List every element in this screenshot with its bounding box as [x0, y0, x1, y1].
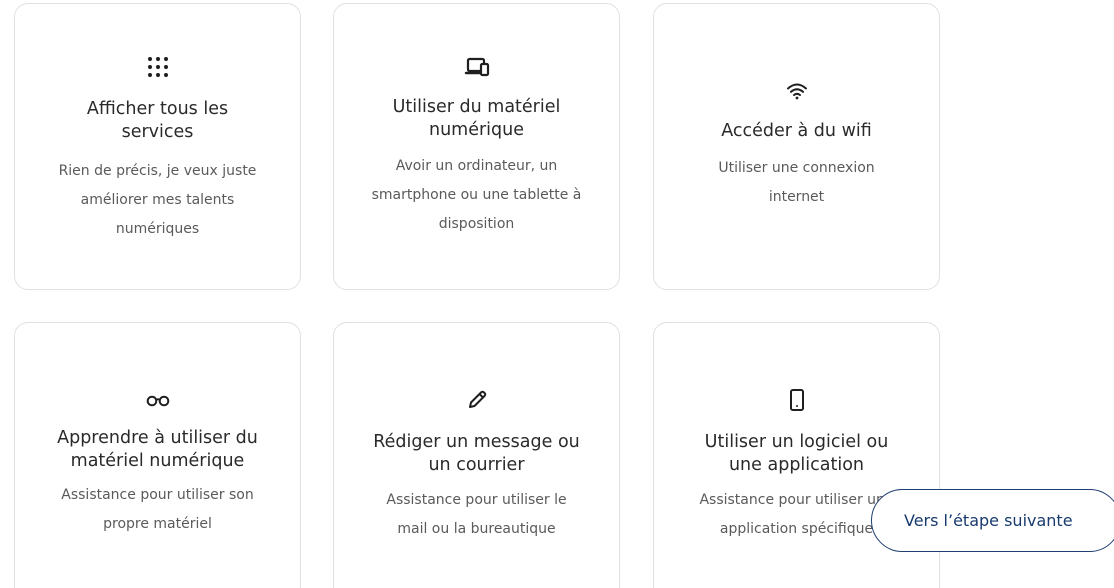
service-selection-grid: Afficher tous les services Rien de préci… — [0, 0, 1114, 588]
card-title-line: Apprendre à utiliser du — [57, 428, 258, 448]
card-write-message[interactable]: Rédiger un message ou un courrier Assist… — [333, 322, 620, 588]
card-description-line: mail ou la bureautique — [397, 521, 556, 537]
card-title: Accéder à du wifi — [672, 120, 921, 143]
card-title-line: services — [121, 122, 194, 142]
card-title: Utiliser un logiciel ou une application — [672, 431, 921, 477]
card-digital-equipment[interactable]: Utiliser du matériel numérique Avoir un … — [333, 3, 620, 290]
card-description-line: Avoir un ordinateur, un — [395, 158, 558, 174]
grid-dots-icon — [15, 54, 300, 80]
card-description-line: Utiliser une connexion — [718, 160, 875, 176]
card-title-line: Accéder à du wifi — [721, 121, 872, 141]
card-title: Afficher tous les services — [33, 98, 282, 144]
card-description-line: smartphone ou une tablette à — [371, 187, 582, 203]
card-title-line: une application — [728, 455, 865, 475]
pencil-icon — [334, 387, 619, 413]
card-description: Utiliser une connexion internet — [678, 154, 915, 212]
card-description-line: Assistance pour utiliser le — [386, 492, 567, 508]
card-description-line: numériques — [115, 221, 200, 237]
card-description-line: propre matériel — [103, 516, 212, 532]
wifi-icon — [654, 78, 939, 104]
glasses-icon — [15, 387, 300, 413]
next-step-button[interactable]: Vers l’étape suivante — [871, 489, 1114, 552]
card-title: Utiliser du matériel numérique — [352, 96, 601, 142]
card-title-line: Utiliser du matériel — [392, 97, 561, 117]
card-description-line: Rien de précis, je veux juste — [58, 163, 257, 179]
card-description: Avoir un ordinateur, un smartphone ou un… — [358, 152, 595, 239]
card-title-line: matériel numérique — [70, 451, 245, 471]
card-title: Rédiger un message ou un courrier — [352, 431, 601, 477]
laptop-icon — [334, 54, 619, 80]
card-title-line: Utiliser un logiciel ou — [704, 432, 889, 452]
card-description-line: Assistance pour utiliser son — [61, 487, 254, 503]
card-description-line: améliorer mes talents — [80, 192, 235, 208]
smartphone-icon — [654, 387, 939, 413]
card-description: Assistance pour utiliser le mail ou la b… — [358, 486, 595, 544]
card-learn-equipment[interactable]: Apprendre à utiliser du matériel numériq… — [14, 322, 301, 588]
card-description-line: disposition — [438, 216, 515, 232]
card-title: Apprendre à utiliser du matériel numériq… — [19, 427, 296, 473]
card-all-services[interactable]: Afficher tous les services Rien de préci… — [14, 3, 301, 290]
card-title-line: numérique — [428, 120, 525, 140]
card-description: Rien de précis, je veux juste améliorer … — [39, 157, 276, 244]
card-title-line: Afficher tous les — [86, 99, 229, 119]
card-title-line: Rédiger un message ou — [373, 432, 580, 452]
card-description-line: internet — [768, 189, 825, 205]
card-description: Assistance pour utiliser son propre maté… — [39, 481, 276, 539]
card-wifi-access[interactable]: Accéder à du wifi Utiliser une connexion… — [653, 3, 940, 290]
card-title-line: un courrier — [428, 455, 525, 475]
